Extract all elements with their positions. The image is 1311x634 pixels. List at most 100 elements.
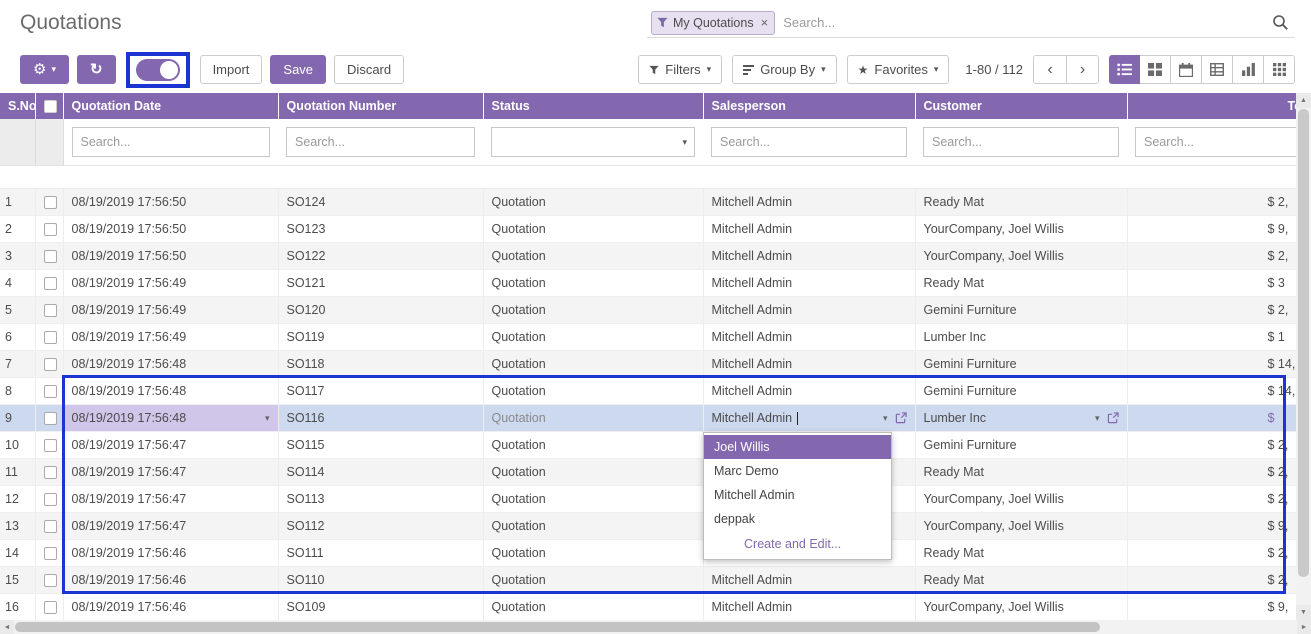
row-checkbox[interactable]: [44, 466, 57, 479]
table-row[interactable]: 1208/19/2019 17:56:47SO113QuotationMitch…: [0, 486, 1296, 513]
header-quotation-number[interactable]: Quotation Number: [278, 93, 483, 119]
table-row[interactable]: 208/19/2019 17:56:50SO123QuotationMitche…: [0, 216, 1296, 243]
cell-quotation-date[interactable]: 08/19/2019 17:56:48: [63, 351, 278, 378]
row-checkbox[interactable]: [44, 304, 57, 317]
row-checkbox[interactable]: [44, 439, 57, 452]
cell-quotation-date[interactable]: 08/19/2019 17:56:50: [63, 216, 278, 243]
table-row[interactable]: 1408/19/2019 17:56:46SO111QuotationMitch…: [0, 540, 1296, 567]
cell-quotation-number[interactable]: SO122: [278, 243, 483, 270]
cell-customer[interactable]: Ready Mat: [915, 189, 1127, 216]
table-row[interactable]: 708/19/2019 17:56:48SO118QuotationMitche…: [0, 351, 1296, 378]
cell-quotation-date[interactable]: 08/19/2019 17:56:47: [63, 432, 278, 459]
cell-total[interactable]: $ 9,: [1127, 594, 1296, 621]
dropdown-option[interactable]: Joel Willis: [704, 435, 891, 459]
cell-quotation-number[interactable]: SO114: [278, 459, 483, 486]
row-checkbox[interactable]: [44, 493, 57, 506]
filters-button[interactable]: Filters ▾: [638, 55, 722, 84]
datetime-field[interactable]: 08/19/2019 17:56:48▾: [72, 411, 270, 425]
row-checkbox[interactable]: [44, 223, 57, 236]
cell-salesperson[interactable]: Mitchell Admin: [703, 378, 915, 405]
row-checkbox[interactable]: [44, 331, 57, 344]
dropdown-option[interactable]: Marc Demo: [704, 459, 891, 483]
cell-quotation-date[interactable]: 08/19/2019 17:56:50: [63, 243, 278, 270]
cell-quotation-number[interactable]: SO124: [278, 189, 483, 216]
salesperson-filter-input[interactable]: [711, 127, 907, 157]
table-row[interactable]: 308/19/2019 17:56:50SO122QuotationMitche…: [0, 243, 1296, 270]
cell-status[interactable]: Quotation: [483, 324, 703, 351]
cell-status[interactable]: Quotation: [483, 216, 703, 243]
header-status[interactable]: Status: [483, 93, 703, 119]
cell-total[interactable]: $ 14,: [1127, 351, 1296, 378]
cell-quotation-date-field[interactable]: 08/19/2019 17:56:48▾: [63, 405, 278, 432]
cell-customer[interactable]: Lumber Inc: [915, 324, 1127, 351]
cell-salesperson[interactable]: Mitchell Admin: [703, 216, 915, 243]
discard-button[interactable]: Discard: [334, 55, 404, 84]
facet-remove-icon[interactable]: ×: [759, 15, 771, 30]
cell-quotation-number[interactable]: SO120: [278, 297, 483, 324]
row-checkbox[interactable]: [44, 547, 57, 560]
cell-status[interactable]: Quotation: [483, 243, 703, 270]
dropdown-option[interactable]: deppak: [704, 507, 891, 531]
favorites-button[interactable]: ★ Favorites ▾: [847, 55, 950, 84]
cell-status[interactable]: Quotation: [483, 432, 703, 459]
cell-quotation-number[interactable]: SO121: [278, 270, 483, 297]
cell-customer[interactable]: Gemini Furniture: [915, 432, 1127, 459]
row-checkbox[interactable]: [44, 601, 57, 614]
number-filter-input[interactable]: [286, 127, 475, 157]
cell-customer[interactable]: YourCompany, Joel Willis: [915, 594, 1127, 621]
dropdown-caret-icon[interactable]: ▾: [265, 413, 270, 424]
view-activity-button[interactable]: [1264, 55, 1295, 84]
status-filter-select[interactable]: ▾: [491, 127, 695, 157]
refresh-button[interactable]: ↻: [77, 55, 116, 84]
cell-total[interactable]: $ 2,: [1127, 567, 1296, 594]
table-row[interactable]: 408/19/2019 17:56:49SO121QuotationMitche…: [0, 270, 1296, 297]
cell-quotation-date[interactable]: 08/19/2019 17:56:46: [63, 567, 278, 594]
header-total[interactable]: Total: [1127, 93, 1296, 119]
dropdown-caret-icon[interactable]: ▾: [1095, 413, 1100, 424]
cell-quotation-number[interactable]: SO109: [278, 594, 483, 621]
table-row[interactable]: 808/19/2019 17:56:48SO117QuotationMitche…: [0, 378, 1296, 405]
total-filter-input[interactable]: [1135, 127, 1296, 157]
scroll-down-icon[interactable]: ▼: [1296, 605, 1311, 620]
vertical-scrollbar[interactable]: ▲ ▼: [1296, 93, 1311, 620]
cell-status[interactable]: Quotation: [483, 270, 703, 297]
cell-salesperson[interactable]: Mitchell Admin: [703, 351, 915, 378]
actions-gear-button[interactable]: ⚙ ▾: [20, 55, 69, 84]
cell-total[interactable]: $ 2,: [1127, 432, 1296, 459]
cell-quotation-date[interactable]: 08/19/2019 17:56:47: [63, 513, 278, 540]
external-link-icon[interactable]: [895, 412, 907, 424]
cell-quotation-date[interactable]: 08/19/2019 17:56:49: [63, 297, 278, 324]
cell-quotation-date[interactable]: 08/19/2019 17:56:49: [63, 270, 278, 297]
customer-many2one-field[interactable]: Lumber Inc▾: [924, 411, 1119, 425]
cell-salesperson[interactable]: Mitchell Admin: [703, 297, 915, 324]
row-checkbox[interactable]: [44, 520, 57, 533]
select-all-checkbox[interactable]: [44, 100, 57, 113]
view-graph-button[interactable]: [1233, 55, 1264, 84]
cell-status[interactable]: Quotation: [483, 486, 703, 513]
cell-total[interactable]: $ 1: [1127, 324, 1296, 351]
table-row[interactable]: 1308/19/2019 17:56:47SO112QuotationMitch…: [0, 513, 1296, 540]
dropdown-create-link[interactable]: Create and Edit...: [704, 531, 891, 555]
cell-status[interactable]: Quotation: [483, 567, 703, 594]
cell-salesperson[interactable]: Mitchell Admin: [703, 270, 915, 297]
cell-status[interactable]: Quotation: [483, 513, 703, 540]
row-checkbox[interactable]: [44, 250, 57, 263]
header-customer[interactable]: Customer: [915, 93, 1127, 119]
cell-customer[interactable]: YourCompany, Joel Willis: [915, 243, 1127, 270]
row-checkbox[interactable]: [44, 277, 57, 290]
cell-customer[interactable]: YourCompany, Joel Willis: [915, 513, 1127, 540]
cell-total[interactable]: $ 3: [1127, 270, 1296, 297]
cell-customer[interactable]: Gemini Furniture: [915, 378, 1127, 405]
search-bar[interactable]: My Quotations ×: [647, 8, 1295, 38]
header-salesperson[interactable]: Salesperson: [703, 93, 915, 119]
horizontal-scrollbar-thumb[interactable]: [15, 622, 1100, 632]
dropdown-caret-icon[interactable]: ▾: [883, 413, 888, 424]
table-row[interactable]: 608/19/2019 17:56:49SO119QuotationMitche…: [0, 324, 1296, 351]
cell-status[interactable]: Quotation: [483, 594, 703, 621]
cell-quotation-number[interactable]: SO115: [278, 432, 483, 459]
cell-salesperson[interactable]: Mitchell Admin: [703, 324, 915, 351]
view-calendar-button[interactable]: [1171, 55, 1202, 84]
salesperson-many2one-field[interactable]: Mitchell Admin▾: [712, 411, 907, 425]
cell-customer[interactable]: YourCompany, Joel Willis: [915, 486, 1127, 513]
cell-quotation-number[interactable]: SO117: [278, 378, 483, 405]
